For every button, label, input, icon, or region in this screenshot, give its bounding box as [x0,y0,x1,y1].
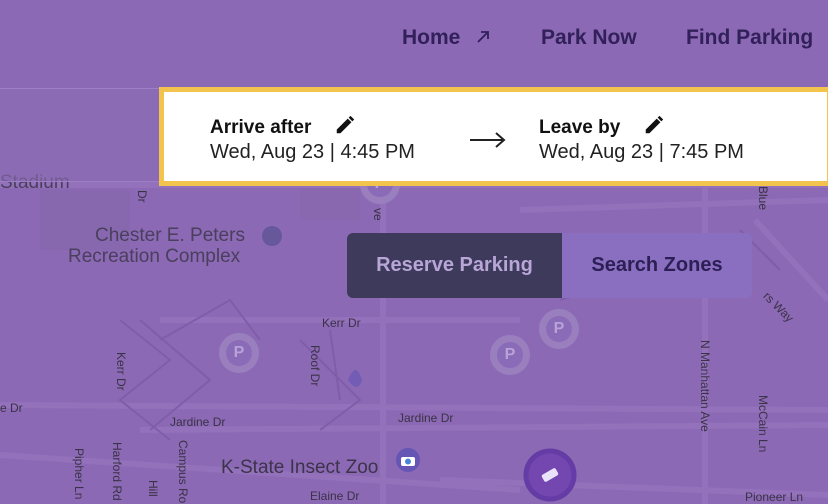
time-range-selector: Arrive after Wed, Aug 23 | 4:45 PM Leave… [159,87,828,186]
search-zones-tab[interactable]: Search Zones [562,233,752,298]
map-label-elaine: Elaine Dr [310,489,360,503]
map-label-pioneer: Pioneer Ln [745,490,804,504]
parking-pin[interactable]: P [219,333,259,373]
nav-find-parking[interactable]: Find Parking [686,26,813,50]
map-label-mccain: McCain Ln [756,395,770,453]
leave-block[interactable]: Leave by Wed, Aug 23 | 7:45 PM [539,114,744,164]
ticket-icon[interactable] [539,464,561,486]
map-label-dr: Dr [135,190,149,203]
arrive-value: Wed, Aug 23 | 4:45 PM [210,141,415,163]
map-label-recreation: Recreation Complex [68,246,241,267]
map-label-manhattan: N Manhattan Ave [698,340,712,432]
parking-pin[interactable]: P [490,335,530,375]
mode-toggle: Reserve Parking Search Zones [347,233,752,298]
map-label-chester: Chester E. Peters [95,225,245,246]
map-label-roof-dr: Roof Dr [308,345,322,387]
map-label-kerr-dr: Kerr Dr [114,352,128,391]
map-label-ve: ve [371,208,385,221]
leave-label: Leave by [539,117,621,138]
nav-park-now[interactable]: Park Now [541,26,637,50]
map-label-insect-zoo: K-State Insect Zoo [221,457,379,478]
map-label-hill: Hill [146,480,160,497]
nav-home[interactable]: Home [402,26,492,50]
camera-icon [401,457,415,466]
map-label-jardine: Jardine Dr [398,411,454,425]
parking-pin[interactable]: P [539,309,579,349]
arrive-label: Arrive after [210,117,312,138]
pencil-icon[interactable] [643,114,665,136]
reserve-parking-tab[interactable]: Reserve Parking [347,233,562,298]
leave-value: Wed, Aug 23 | 7:45 PM [539,141,744,163]
top-nav: Home Park Now Find Parking [0,0,828,86]
right-arrow-icon [470,132,506,148]
pencil-icon[interactable] [334,114,356,136]
map-label-blue: Blue [756,186,770,211]
left-panel [0,88,160,182]
map-label-pipher: Pipher Ln [72,448,86,500]
map-label-kerr-dr: Kerr Dr [322,316,361,330]
map-label-e-dr: e Dr [0,401,23,415]
arrive-block[interactable]: Arrive after Wed, Aug 23 | 4:45 PM [210,114,415,164]
map-label-campus: Campus Ro [176,440,190,504]
external-link-icon [477,31,490,43]
map-label-jardine: Jardine Dr [170,415,226,429]
map-label-harford: Harford Rd [110,442,124,501]
